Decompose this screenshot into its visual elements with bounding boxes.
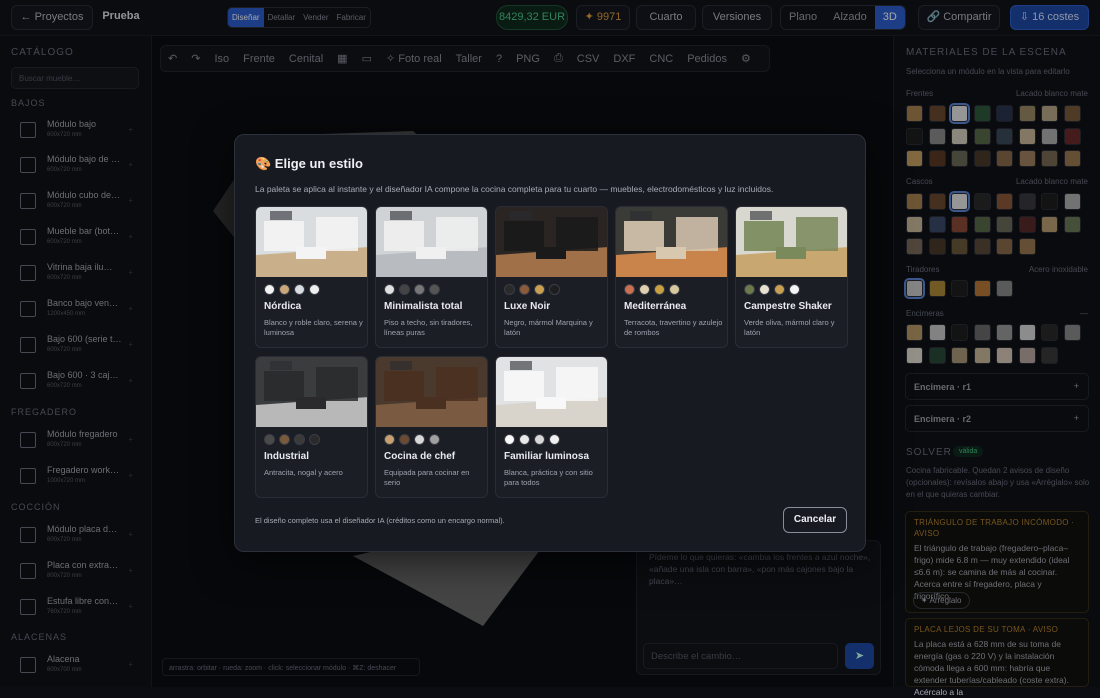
- palette-dot: [309, 434, 320, 445]
- palette-dot: [294, 434, 305, 445]
- style-card[interactable]: Nórdica Blanco y roble claro, serena y lu…: [255, 206, 368, 348]
- palette-dots: [504, 434, 560, 445]
- style-card[interactable]: Campestre Shaker Verde oliva, mármol clar…: [735, 206, 848, 348]
- style-card[interactable]: Minimalista total Piso a techo, sin tirad…: [375, 206, 488, 348]
- palette-dot: [384, 284, 395, 295]
- style-card[interactable]: Cocina de chef Equipada para cocinar en s…: [375, 356, 488, 498]
- palette-dot: [549, 284, 560, 295]
- style-name: Campestre Shaker: [744, 301, 832, 312]
- palette-dot: [384, 434, 395, 445]
- palette-dot: [774, 284, 785, 295]
- palette-dot: [399, 434, 410, 445]
- palette-dot: [549, 434, 560, 445]
- palette-dots: [264, 284, 320, 295]
- palette-dot: [264, 434, 275, 445]
- palette-dot: [534, 434, 545, 445]
- style-description: Piso a techo, sin tiradores, líneas pura…: [384, 318, 473, 337]
- style-picker-dialog: 🎨 Elige un estilo La paleta se aplica al…: [234, 134, 866, 552]
- palette-dot: [639, 284, 650, 295]
- dialog-footer-note: El diseño completo usa el diseñador IA (…: [255, 516, 505, 525]
- style-description: Negro, mármol Marquina y latón: [504, 318, 593, 337]
- palette-dot: [744, 284, 755, 295]
- style-description: Blanco y roble claro, serena y luminosa: [264, 318, 363, 337]
- style-card[interactable]: Mediterránea Terracota, travertino y azul…: [615, 206, 728, 348]
- palette-dot: [669, 284, 680, 295]
- palette-dots: [264, 434, 320, 445]
- palette-dot: [399, 284, 410, 295]
- style-description: Equipada para cocinar en serio: [384, 468, 470, 487]
- palette-dot: [309, 284, 320, 295]
- dialog-subtitle: La paleta se aplica al instante y el dis…: [255, 184, 774, 194]
- style-preview-image: [736, 207, 847, 277]
- style-description: Antracita, nogal y acero: [264, 468, 343, 477]
- palette-dot: [264, 284, 275, 295]
- style-preview-image: [496, 207, 607, 277]
- dialog-title: 🎨 Elige un estilo: [255, 156, 363, 171]
- style-card[interactable]: Industrial Antracita, nogal y acero: [255, 356, 368, 498]
- style-preview-image: [496, 357, 607, 427]
- palette-dot: [414, 434, 425, 445]
- style-preview-image: [376, 357, 487, 427]
- style-card[interactable]: Luxe Noir Negro, mármol Marquina y latón: [495, 206, 608, 348]
- style-preview-image: [256, 207, 367, 277]
- palette-dots: [624, 284, 680, 295]
- style-description: Terracota, travertino y azulejo de rombo…: [624, 318, 723, 337]
- style-preview-image: [376, 207, 487, 277]
- style-name: Cocina de chef: [384, 451, 456, 462]
- palette-dot: [504, 284, 515, 295]
- palette-dots: [504, 284, 560, 295]
- palette-dot: [414, 284, 425, 295]
- palette-dot: [534, 284, 545, 295]
- style-preview-image: [256, 357, 367, 427]
- palette-dots: [744, 284, 800, 295]
- style-description: Verde oliva, mármol claro y latón: [744, 318, 835, 337]
- style-name: Industrial: [264, 451, 310, 462]
- palette-dot: [519, 284, 530, 295]
- style-name: Mediterránea: [624, 301, 687, 312]
- style-name: Familiar luminosa: [504, 451, 590, 462]
- style-card[interactable]: Familiar luminosa Blanca, práctica y con …: [495, 356, 608, 498]
- palette-dot: [279, 284, 290, 295]
- style-name: Nórdica: [264, 301, 302, 312]
- palette-dot: [429, 284, 440, 295]
- palette-dots: [384, 284, 440, 295]
- palette-dot: [654, 284, 665, 295]
- palette-dot: [789, 284, 800, 295]
- style-preview-image: [616, 207, 727, 277]
- palette-dot: [504, 434, 515, 445]
- palette-dots: [384, 434, 440, 445]
- palette-dot: [429, 434, 440, 445]
- cancel-button[interactable]: Cancelar: [783, 507, 847, 533]
- palette-dot: [294, 284, 305, 295]
- palette-dot: [279, 434, 290, 445]
- palette-dot: [759, 284, 770, 295]
- palette-dot: [519, 434, 530, 445]
- palette-dot: [624, 284, 635, 295]
- style-name: Luxe Noir: [504, 301, 551, 312]
- style-description: Blanca, práctica y con sitio para todos: [504, 468, 593, 487]
- style-name: Minimalista total: [384, 301, 463, 312]
